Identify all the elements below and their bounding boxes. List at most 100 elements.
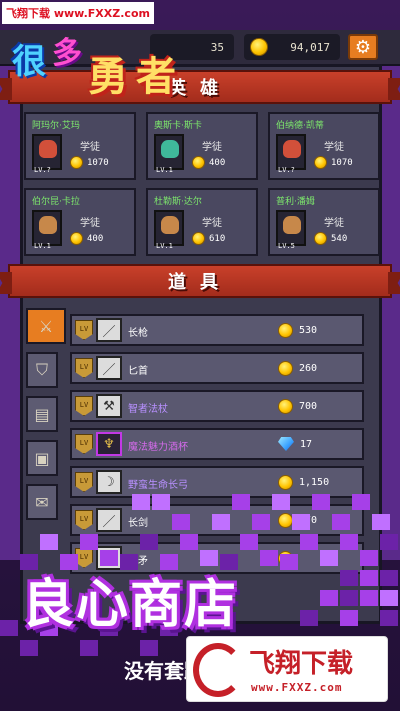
item-icon: ／: [96, 318, 122, 342]
gold-coin-icon: [278, 323, 293, 338]
pixel-block: [232, 494, 250, 510]
game-logo: 很 多 勇 者: [12, 28, 212, 100]
pixel-block: [20, 640, 38, 656]
shop-item-row[interactable]: LV ／ 长枪 530: [70, 314, 364, 346]
hero-avatar: [161, 216, 179, 234]
watermark-url: www.FXXZ.com: [251, 681, 343, 694]
pixel-block: [380, 570, 398, 586]
pixel-block: [320, 550, 338, 566]
hero-card[interactable]: 伯纳德·凯蒂 LV.? 学徒 1070: [268, 112, 380, 180]
pixel-block: [212, 514, 230, 530]
hero-portrait: [154, 134, 184, 170]
level-badge-icon: LV: [75, 434, 93, 454]
pixel-block: [152, 494, 170, 510]
pixel-block: [372, 514, 390, 530]
hero-role: 学徒: [324, 218, 344, 229]
item-icon: ／: [96, 508, 122, 532]
item-price: 700: [278, 399, 317, 414]
pixel-block: [80, 640, 98, 656]
hero-cost-value: 1070: [87, 157, 109, 168]
hero-portrait: [276, 134, 306, 170]
chalice-icon: ♆: [103, 436, 115, 452]
item-name: 匕首: [128, 366, 148, 377]
tab-scroll[interactable]: ✉: [26, 484, 58, 520]
shop-item-row[interactable]: LV ♆ 魔法魅力酒杯 17: [70, 428, 364, 460]
hero-card[interactable]: 阿玛尔·艾玛 LV.? 学徒 1070: [24, 112, 136, 180]
item-name: 长剑: [128, 518, 148, 529]
watermark-top-text: 飞翔下载 www.FXXZ.com: [6, 7, 150, 20]
hero-card[interactable]: 奥斯卡·斯卡 LV.1 学徒 400: [146, 112, 258, 180]
pixel-block: [332, 514, 350, 530]
watermark-bottom: 飞翔下载 www.FXXZ.com: [186, 636, 388, 702]
hero-card[interactable]: 杜勒斯·达尔 LV.1 学徒 610: [146, 188, 258, 256]
level-badge-icon: LV: [75, 358, 93, 378]
hero-level: LV.?: [278, 166, 295, 174]
shop-item-row[interactable]: LV ／ 匕首 260: [70, 352, 364, 384]
pixel-block: [340, 590, 358, 606]
staff-icon: ⚒: [103, 398, 115, 414]
dagger-icon: ／: [102, 362, 116, 378]
gold-value: 94,017: [290, 40, 330, 54]
bow-icon: ☽: [103, 474, 115, 490]
hero-cost-value: 610: [209, 233, 226, 244]
hero-avatar: [283, 216, 301, 234]
hero-name: 阿玛尔·艾玛: [32, 121, 80, 131]
item-price-value: 17: [300, 438, 313, 450]
hero-card[interactable]: 伯尔昆·卡拉 LV.1 学徒 400: [24, 188, 136, 256]
gold-coin-icon: [278, 399, 293, 414]
sword-icon: ／: [102, 514, 116, 530]
hero-cost: 1070: [70, 156, 109, 169]
tab-sword[interactable]: ⚔: [26, 308, 66, 344]
gold-coin-icon: [192, 232, 205, 245]
pixel-block: [0, 620, 18, 636]
hero-avatar: [161, 140, 179, 158]
settings-button[interactable]: ⚙: [348, 34, 378, 60]
sword-icon: ⚔: [38, 316, 54, 336]
gold-coin-icon: [278, 475, 293, 490]
gear-icon: ⚙: [354, 36, 372, 58]
hero-role: 学徒: [324, 142, 344, 153]
spear-icon: ／: [102, 324, 116, 340]
item-price-value: 1,150: [299, 477, 330, 488]
pixel-block: [180, 534, 198, 550]
item-price: 17: [278, 437, 312, 451]
tab-barrel[interactable]: ▤: [26, 396, 58, 432]
tab-crate[interactable]: ▣: [26, 440, 58, 476]
gold-coin-icon: [192, 156, 205, 169]
logo-char-3: 勇: [88, 54, 128, 100]
logo-char-4: 者: [136, 54, 176, 100]
hero-name: 杜勒斯·达尔: [154, 197, 202, 207]
hero-level: LV.1: [34, 242, 51, 250]
hero-cost-value: 1070: [331, 157, 353, 168]
hero-name: 普利·潘姆: [276, 197, 315, 207]
hero-card[interactable]: 普利·潘姆 LV.5 学徒 540: [268, 188, 380, 256]
hero-role: 学徒: [80, 142, 100, 153]
hero-level: LV.1: [156, 166, 173, 174]
gold-coin-icon: [314, 156, 327, 169]
gem-icon: [278, 437, 294, 451]
item-name: 长枪: [128, 328, 148, 339]
shop-item-row[interactable]: LV ⚒ 智者法杖 700: [70, 390, 364, 422]
hero-name: 奥斯卡·斯卡: [154, 121, 202, 131]
pixel-block: [300, 534, 318, 550]
shield-icon: ⛉: [35, 360, 48, 379]
hero-cost: 400: [70, 232, 103, 245]
hero-portrait: [32, 210, 62, 246]
level-badge-icon: LV: [75, 510, 93, 530]
gold-coin-icon: [250, 38, 268, 56]
crate-icon: ▣: [34, 448, 50, 468]
hero-role: 学徒: [202, 218, 222, 229]
items-title: 道具: [168, 272, 232, 293]
pixel-block: [272, 494, 290, 510]
item-icon: ♆: [96, 432, 122, 456]
hero-cost-value: 400: [87, 233, 104, 244]
pixel-block: [380, 610, 398, 626]
hero-grid: 阿玛尔·艾玛 LV.? 学徒 1070 奥斯卡·斯卡 LV.1 学徒 400 伯…: [24, 112, 380, 256]
gold-counter: 94,017: [244, 34, 340, 60]
tab-shield[interactable]: ⛉: [26, 352, 58, 388]
hero-role: 学徒: [202, 142, 222, 153]
hero-name: 伯纳德·凯蒂: [276, 121, 324, 131]
level-badge-icon: LV: [75, 396, 93, 416]
item-icon: ／: [96, 356, 122, 380]
item-price: 1,150: [278, 475, 329, 490]
